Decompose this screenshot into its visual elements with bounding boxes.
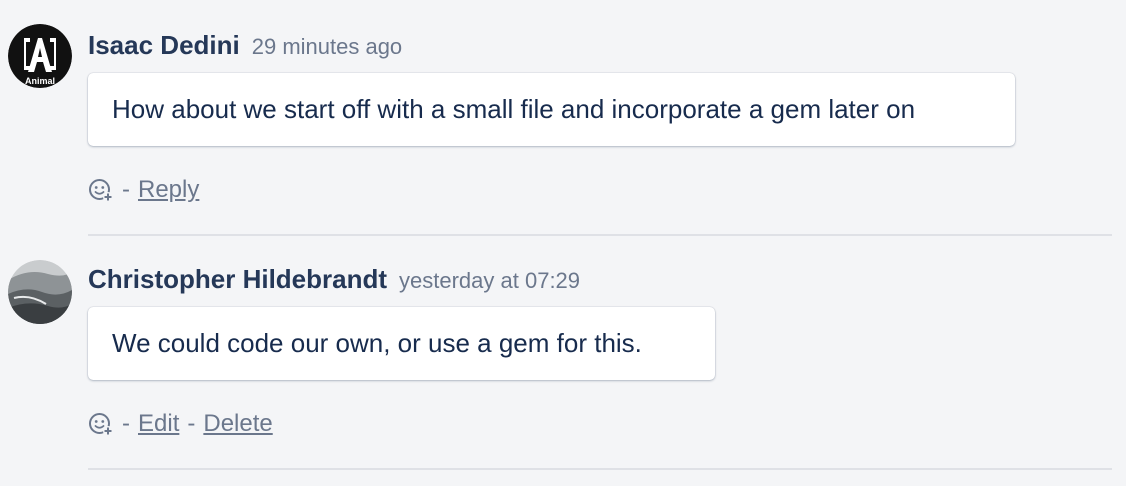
comment-actions: - Edit - Delete [88, 408, 273, 440]
author-name[interactable]: Christopher Hildebrandt [88, 264, 387, 294]
reply-link[interactable]: Reply [138, 176, 199, 204]
separator: - [187, 410, 196, 437]
add-reaction-icon[interactable] [88, 411, 114, 437]
comment-body: How about we start off with a small file… [88, 73, 1015, 146]
avatar[interactable] [8, 260, 72, 324]
separator: - [122, 176, 130, 203]
comment-header: Christopher Hildebrandt yesterday at 07:2… [88, 264, 580, 295]
comment-text: We could code our own, or use a gem for … [112, 328, 642, 358]
delete-link[interactable]: Delete [203, 410, 272, 438]
edit-link[interactable]: Edit [138, 410, 179, 438]
separator: - [122, 410, 130, 437]
comment-actions: - Reply [88, 174, 199, 206]
timestamp[interactable]: 29 minutes ago [252, 34, 402, 59]
comment-body: We could code our own, or use a gem for … [88, 307, 715, 380]
divider [88, 234, 1112, 236]
avatar-logo-text: Animal [25, 76, 55, 86]
timestamp[interactable]: yesterday at 07:29 [399, 268, 580, 293]
author-name[interactable]: Isaac Dedini [88, 30, 240, 60]
divider [88, 468, 1112, 470]
add-reaction-icon[interactable] [88, 177, 114, 203]
comment-header: Isaac Dedini 29 minutes ago [88, 30, 402, 61]
comment-text: How about we start off with a small file… [112, 94, 916, 124]
avatar[interactable]: Animal [8, 24, 72, 88]
